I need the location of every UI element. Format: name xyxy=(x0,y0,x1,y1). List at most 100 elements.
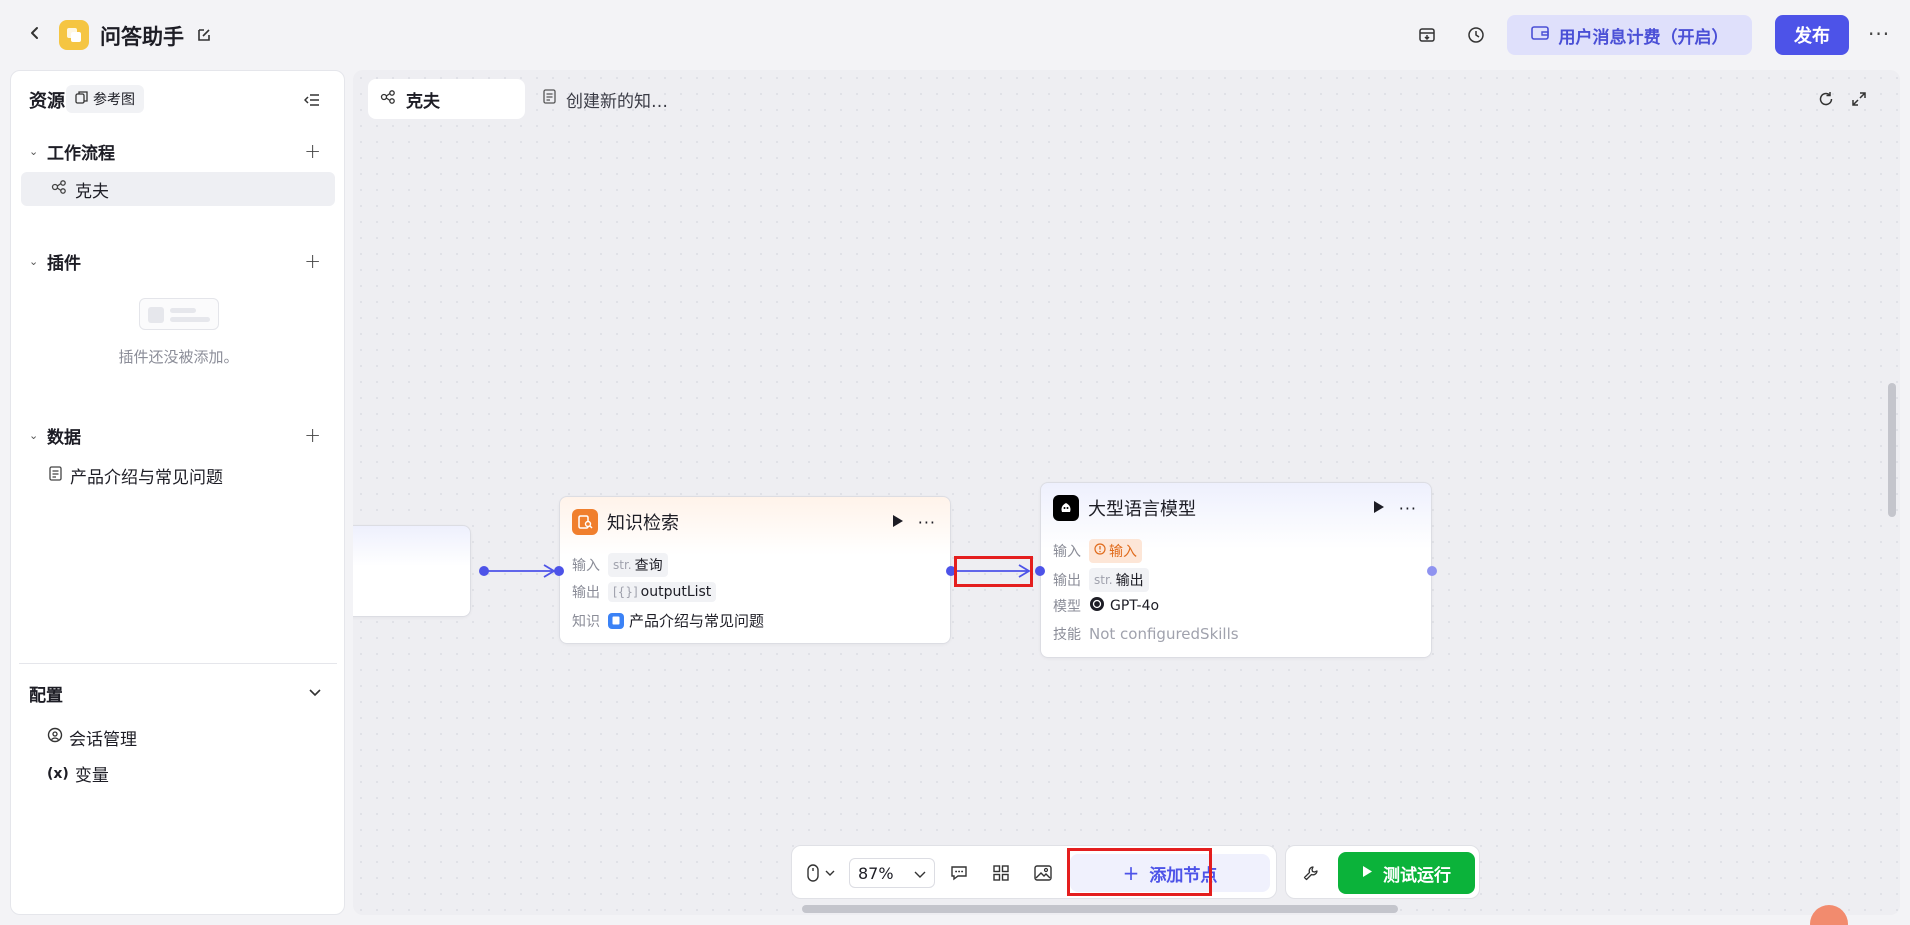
output-value: 输出 xyxy=(1115,573,1144,589)
variable-icon: (x) xyxy=(47,765,69,782)
add-data-icon[interactable]: + xyxy=(304,423,321,447)
llm-input-port[interactable] xyxy=(1035,566,1045,576)
chevron-down-icon: ⌄ xyxy=(29,144,39,158)
back-icon[interactable] xyxy=(24,22,46,44)
document-icon xyxy=(49,465,62,486)
workflow-canvas[interactable]: 克夫 创建新的知… 知识检索 ··· 输入 str. 查询 输出 [{}] ou… xyxy=(353,70,1900,915)
node-output-row: 输出 str. 输出 xyxy=(1053,568,1149,592)
reference-label: 参考图 xyxy=(93,92,135,108)
model-value: GPT-4o xyxy=(1110,598,1160,614)
reference-button[interactable]: 参考图 xyxy=(66,85,144,113)
skills-key: 技能 xyxy=(1053,627,1081,643)
app-icon xyxy=(59,20,89,50)
more-icon[interactable]: ··· xyxy=(918,513,936,532)
variables-label: 变量 xyxy=(74,766,109,786)
add-node-highlight-box xyxy=(1067,848,1212,896)
more-menu-icon[interactable]: ··· xyxy=(1868,22,1890,46)
data-section-title: 数据 xyxy=(47,427,81,448)
edge-highlight-box xyxy=(954,556,1033,587)
knowledge-doc-icon xyxy=(608,612,624,629)
input-warning-pill: 输入 xyxy=(1089,539,1142,563)
input-value: 查询 xyxy=(634,558,663,574)
node-input-row: 输入 输入 xyxy=(1053,539,1142,563)
add-workflow-icon[interactable]: + xyxy=(304,139,321,163)
tab-label: 创建新的知… xyxy=(566,91,668,112)
node-skills-row: 技能 Not configuredSkills xyxy=(1053,624,1239,644)
resource-sidebar: 资源 参考图 ⌄ 工作流程 + 克夫 ⌄ 插件 + 插件还没被添加。 ⌄ 数据 … xyxy=(10,70,345,915)
plugins-section-header[interactable]: ⌄ 插件 + xyxy=(29,247,329,275)
zoom-select[interactable]: 87% xyxy=(849,858,935,888)
input-pill: str. 查询 xyxy=(608,553,668,577)
knowledge-pill: 产品介绍与常见问题 xyxy=(608,610,764,631)
knowledge-input-port[interactable] xyxy=(554,566,564,576)
config-section-header[interactable]: 配置 xyxy=(29,679,329,707)
wrench-icon[interactable] xyxy=(1300,862,1322,884)
llm-output-port[interactable] xyxy=(1427,566,1437,576)
workflow-item-label: 克夫 xyxy=(75,181,109,202)
archive-icon[interactable] xyxy=(1416,24,1438,46)
sidebar-item-data[interactable]: 产品介绍与常见问题 xyxy=(49,463,223,488)
node-title: 知识检索 xyxy=(607,513,679,534)
comment-icon[interactable] xyxy=(948,862,970,884)
user-message-billing-button[interactable]: 用户消息计费（开启） xyxy=(1507,15,1752,55)
sidebar-divider xyxy=(19,663,337,664)
skills-value: Not configuredSkills xyxy=(1089,625,1239,643)
tab-create-knowledge[interactable]: 创建新的知… xyxy=(543,79,668,119)
data-item-label: 产品介绍与常见问题 xyxy=(70,468,223,488)
llm-icon xyxy=(1053,495,1079,521)
play-icon xyxy=(1362,863,1373,883)
sidebar-item-session-management[interactable]: 会话管理 xyxy=(47,725,137,750)
node-model-row: 模型 GPT-4o xyxy=(1053,596,1159,616)
node-output-row: 输出 [{}] outputList xyxy=(572,582,717,602)
tab-label: 克夫 xyxy=(406,91,440,112)
publish-button[interactable]: 发布 xyxy=(1775,15,1849,55)
play-icon[interactable] xyxy=(1373,499,1385,518)
test-run-label: 测试运行 xyxy=(1383,865,1451,886)
start-node[interactable] xyxy=(353,525,471,617)
layout-icon[interactable] xyxy=(990,862,1012,884)
type-tag: str. xyxy=(1094,573,1113,587)
tab-workflow-active[interactable]: 克夫 xyxy=(368,79,525,119)
vertical-scrollbar[interactable] xyxy=(1888,383,1896,517)
node-header: 大型语言模型 xyxy=(1053,495,1196,521)
config-section-title: 配置 xyxy=(29,685,63,706)
knowledge-retrieval-node[interactable]: 知识检索 ··· 输入 str. 查询 输出 [{}] outputList 知… xyxy=(559,496,951,644)
llm-node[interactable]: 大型语言模型 ··· 输入 输入 输出 str. 输出 模型 GPT-4o 技能… xyxy=(1040,482,1432,658)
session-icon xyxy=(47,727,63,748)
node-title: 大型语言模型 xyxy=(1088,499,1196,520)
workflow-section-header[interactable]: ⌄ 工作流程 + xyxy=(29,137,329,165)
warning-icon xyxy=(1094,543,1106,559)
play-icon[interactable] xyxy=(892,513,904,532)
fullscreen-icon[interactable] xyxy=(1848,88,1870,110)
history-icon[interactable] xyxy=(1465,24,1487,46)
horizontal-scrollbar[interactable] xyxy=(802,905,1398,913)
mouse-icon[interactable] xyxy=(802,862,824,884)
more-icon[interactable]: ··· xyxy=(1399,499,1417,518)
workflow-icon xyxy=(380,89,396,109)
model-value-wrap: GPT-4o xyxy=(1089,596,1159,616)
document-icon xyxy=(543,89,556,109)
refresh-icon[interactable] xyxy=(1815,88,1837,110)
image-icon[interactable] xyxy=(1032,862,1054,884)
billing-label: 用户消息计费（开启） xyxy=(1558,27,1729,48)
input-key: 输入 xyxy=(1053,544,1081,560)
chevron-down-icon[interactable] xyxy=(822,862,838,884)
collapse-icon[interactable] xyxy=(301,89,323,111)
data-section-header[interactable]: ⌄ 数据 + xyxy=(29,421,329,449)
edit-icon[interactable] xyxy=(193,24,215,46)
sidebar-title: 资源 xyxy=(29,91,65,112)
output-pill: [{}] outputList xyxy=(608,582,717,602)
knowledge-retrieval-icon xyxy=(572,509,598,535)
run-toolbar: 测试运行 xyxy=(1285,845,1480,899)
chevron-down-icon: ⌄ xyxy=(29,254,39,268)
sidebar-item-variables[interactable]: (x) 变量 xyxy=(47,761,109,787)
knowledge-value: 产品介绍与常见问题 xyxy=(629,612,765,630)
output-value: outputList xyxy=(640,584,712,600)
workflow-section-title: 工作流程 xyxy=(47,143,115,164)
chevron-down-icon xyxy=(914,864,926,883)
output-key: 输出 xyxy=(572,585,600,601)
test-run-button[interactable]: 测试运行 xyxy=(1338,852,1475,894)
sidebar-item-workflow[interactable]: 克夫 xyxy=(21,172,335,206)
add-plugin-icon[interactable]: + xyxy=(304,249,321,273)
app-header: 问答助手 用户消息计费（开启） 发布 ··· xyxy=(0,0,1910,70)
